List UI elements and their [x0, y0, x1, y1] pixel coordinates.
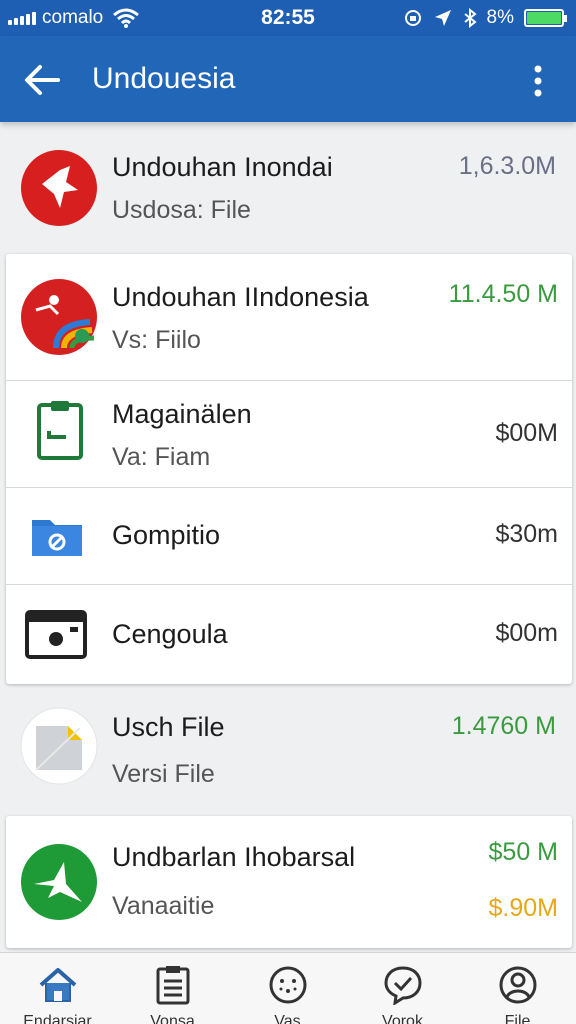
item-title: Cengoula — [112, 619, 228, 649]
item-subtitle: Va: Fiam — [112, 443, 211, 471]
item-subtitle: Vs: Fiilo — [112, 326, 201, 354]
battery-fill — [527, 12, 561, 24]
nav-item-vorok[interactable]: Vorok — [345, 953, 460, 1024]
list-item[interactable]: Usch File Versi File 1.4760 M — [0, 690, 576, 812]
item-subtitle: Versi File — [112, 760, 215, 788]
red-star-app-icon — [20, 146, 98, 235]
list-item[interactable]: Gompitio $30m — [6, 488, 572, 584]
bluetooth-icon — [463, 8, 477, 28]
back-button[interactable] — [20, 58, 64, 102]
downloads-card: Undouhan IIndonesia Vs: Fiilo 11.4.50 M … — [6, 254, 572, 684]
item-size: $00m — [495, 619, 558, 647]
list-item[interactable]: Undouhan Inondai Usdosa: File 1,6.3.0M — [0, 128, 576, 250]
nav-label: Vonsa — [150, 1013, 195, 1024]
more-vertical-icon — [534, 65, 542, 97]
list-item[interactable]: Cengoula $00m — [6, 585, 572, 683]
item-title: Undouhan IIndonesia — [112, 282, 369, 312]
list-item[interactable]: Undbarlan Ihobarsal Vanaaitie $50 M $.90… — [6, 816, 572, 948]
item-size: 1,6.3.0M — [458, 152, 556, 180]
location-icon — [434, 10, 451, 26]
list-item[interactable]: Undouhan IIndonesia Vs: Fiilo 11.4.50 M — [6, 254, 572, 380]
item-title: Undbarlan Ihobarsal — [112, 842, 356, 872]
item-size: 1.4760 M — [451, 712, 556, 740]
document-file-icon — [20, 704, 98, 793]
item-size: $30m — [495, 520, 558, 548]
home-icon — [39, 968, 77, 1002]
nav-item-file[interactable]: File — [460, 953, 575, 1024]
list-item[interactable]: Magainälen Va: Fiam $00M — [6, 381, 572, 487]
item-size-secondary: $.90M — [488, 894, 558, 922]
item-title: Undouhan Inondai — [112, 152, 333, 182]
more-options-button[interactable] — [518, 60, 558, 104]
item-subtitle: Vanaaitie — [112, 892, 215, 920]
red-rainbow-app-icon — [20, 276, 98, 363]
item-subtitle: Usdosa: File — [112, 196, 251, 224]
battery-percent: 8% — [486, 7, 514, 28]
page-title: Undouesia — [92, 62, 236, 95]
app-bar: Undouesia — [0, 36, 576, 122]
item-size: $00M — [495, 419, 558, 447]
battery-icon — [524, 9, 567, 27]
clipboard-icon — [36, 399, 84, 466]
rotation-lock-icon — [404, 10, 421, 26]
camera-icon — [24, 607, 88, 666]
blue-folder-icon — [30, 512, 84, 563]
status-bar: comalo 82:55 8% — [0, 0, 576, 36]
item-size: $50 M — [488, 838, 558, 866]
face-icon — [269, 966, 307, 1004]
user-circle-icon — [499, 966, 537, 1004]
nav-label: File — [504, 1013, 531, 1024]
green-bird-app-icon — [20, 840, 98, 929]
nav-label: Vorok — [382, 1013, 423, 1024]
nav-item-home[interactable]: Endarsiar — [0, 953, 115, 1024]
nav-label: Vas — [274, 1013, 301, 1024]
arrow-left-icon — [25, 65, 60, 95]
bottom-nav: Endarsiar Vonsa Vas Vorok File — [0, 952, 576, 1024]
nav-label: Endarsiar — [23, 1013, 92, 1024]
item-size: 11.4.50 M — [448, 280, 558, 308]
chat-check-icon — [384, 966, 422, 1005]
status-right: 8% — [403, 7, 567, 29]
clipboard-list-icon — [156, 966, 190, 1005]
item-title: Usch File — [112, 712, 225, 742]
item-title: Gompitio — [112, 520, 221, 550]
nav-item-vas[interactable]: Vas — [230, 953, 345, 1024]
nav-item-vonsa[interactable]: Vonsa — [115, 953, 230, 1024]
item-title: Magainälen — [112, 399, 252, 429]
